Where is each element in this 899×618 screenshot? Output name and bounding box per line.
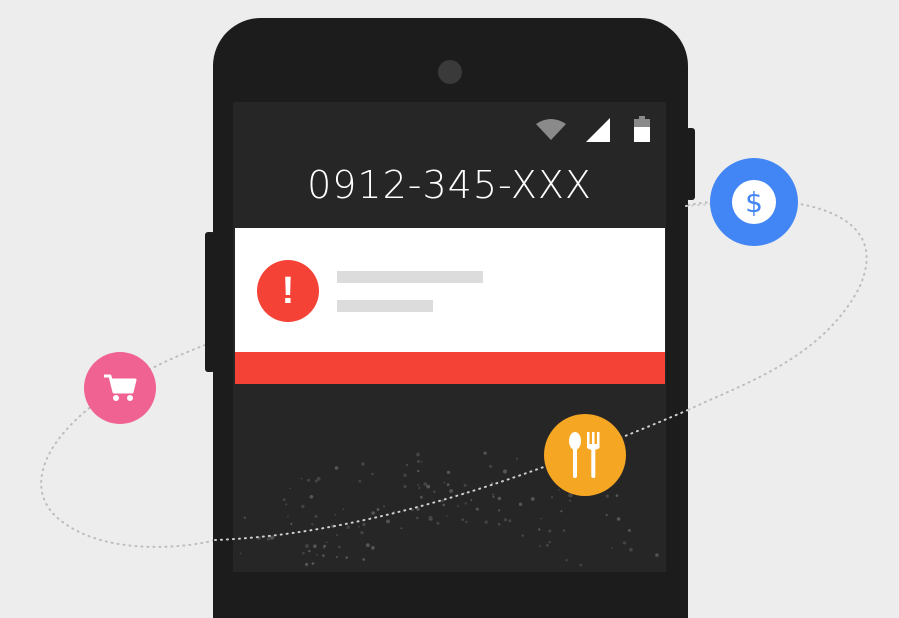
fork-spoon-icon [569, 432, 600, 478]
battery-icon [634, 116, 650, 142]
wifi-icon [536, 119, 566, 140]
exclamation-alert-icon: ! [257, 260, 319, 322]
incoming-phone-number: 0912-345-XXX [307, 163, 592, 207]
signal-icon [586, 118, 610, 142]
svg-text:$: $ [745, 186, 763, 219]
dollar-badge: $ [710, 158, 798, 246]
phone-volume-button [205, 232, 215, 372]
alert-subtitle-placeholder [337, 300, 433, 312]
dollar-icon: $ [732, 180, 776, 224]
illustration-scene: 0912-345-XXX ! $ [0, 0, 899, 618]
phone-power-button [686, 128, 695, 200]
dining-badge [544, 414, 626, 496]
front-camera [438, 60, 462, 84]
alert-title-placeholder [337, 271, 483, 283]
alert-warning-bar [235, 352, 665, 384]
spam-alert-card: ! [235, 228, 665, 384]
shopping-cart-icon [104, 374, 137, 401]
cart-badge [84, 352, 156, 424]
